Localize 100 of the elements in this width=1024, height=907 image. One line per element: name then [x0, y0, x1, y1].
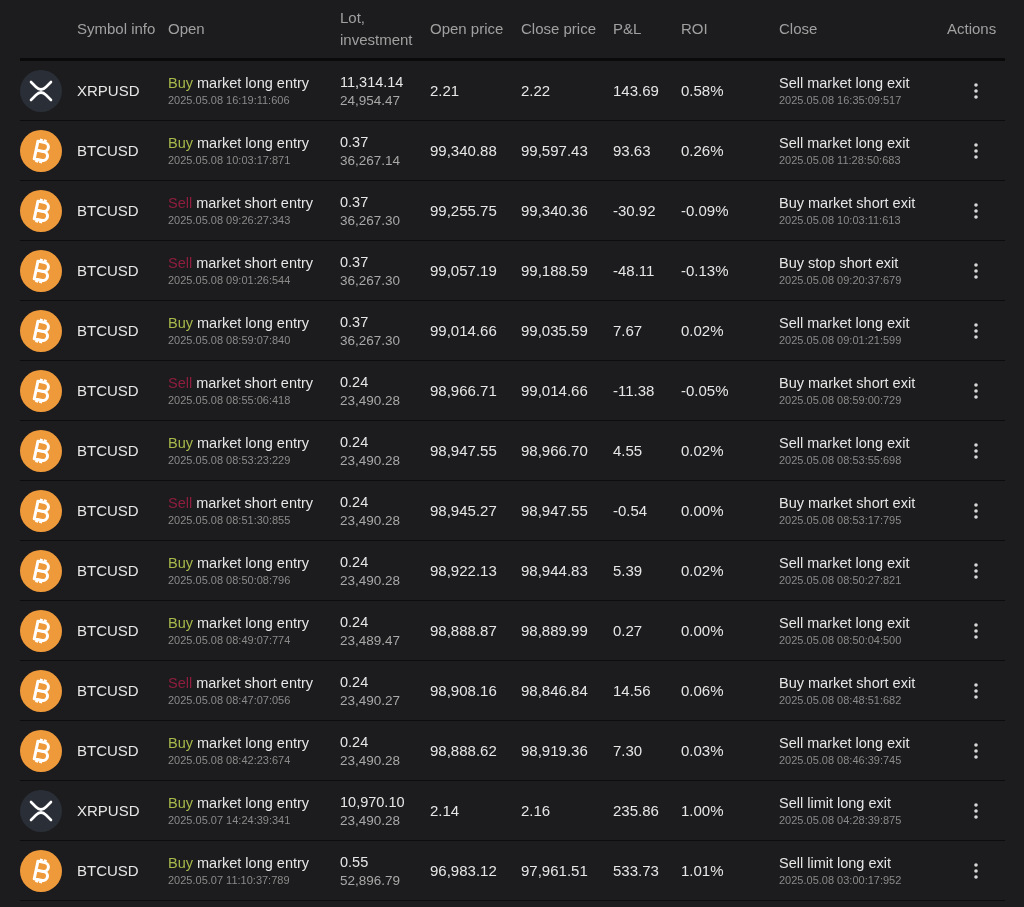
- close-order-text: Sell limit long exit: [779, 855, 892, 871]
- bitcoin-icon: [20, 609, 62, 652]
- more-vertical-icon[interactable]: [974, 142, 978, 159]
- more-vertical-icon[interactable]: [974, 862, 978, 879]
- column-header: Open: [168, 19, 206, 39]
- symbol-text: BTCUSD: [77, 562, 140, 579]
- timestamp-text: 2025.05.08 08:50:08:796: [168, 574, 292, 586]
- open-order-text: Buy market long entry: [168, 135, 311, 151]
- open-order-text: Buy market long entry: [168, 435, 311, 451]
- lot-text: 0.24: [340, 433, 370, 450]
- close-order-text: Sell market long exit: [779, 135, 911, 151]
- roi-text: 0.00%: [681, 622, 725, 639]
- open-order-text: Sell market short entry: [168, 675, 315, 691]
- close-price-text: 97,961.51: [521, 862, 589, 879]
- symbol-text: BTCUSD: [77, 682, 140, 699]
- roi-text: 0.00%: [681, 502, 725, 519]
- more-vertical-icon[interactable]: [974, 742, 978, 759]
- open-price-text: 98,966.71: [430, 382, 498, 399]
- more-vertical-icon[interactable]: [974, 202, 978, 219]
- timestamp-text: 2025.05.08 08:53:55:698: [779, 454, 903, 466]
- more-vertical-icon[interactable]: [974, 802, 978, 819]
- symbol-text: BTCUSD: [77, 382, 140, 399]
- pnl-text: 4.55: [613, 442, 644, 459]
- close-order-text: Buy stop short exit: [779, 255, 900, 271]
- roi-text: 0.26%: [681, 142, 725, 159]
- investment-text: 36,267.30: [340, 332, 402, 348]
- lot-text: 0.24: [340, 553, 370, 570]
- open-price-text: 98,888.87: [430, 622, 498, 639]
- more-vertical-icon[interactable]: [974, 562, 978, 579]
- more-vertical-icon[interactable]: [974, 382, 978, 399]
- investment-text: 23,490.28: [340, 572, 402, 588]
- timestamp-text: 2025.05.08 08:59:07:840: [168, 334, 292, 346]
- symbol-text: BTCUSD: [77, 442, 140, 459]
- column-header: Symbol info: [77, 19, 157, 39]
- timestamp-text: 2025.05.08 08:55:06:418: [168, 394, 292, 406]
- bitcoin-icon: [20, 489, 62, 532]
- timestamp-text: 2025.05.08 08:53:23:229: [168, 454, 292, 466]
- timestamp-text: 2025.05.08 08:49:07:774: [168, 634, 292, 646]
- symbol-text: BTCUSD: [77, 862, 140, 879]
- open-price-text: 98,922.13: [430, 562, 498, 579]
- open-price-text: 99,057.19: [430, 262, 498, 279]
- bitcoin-icon: [20, 549, 62, 592]
- open-price-text: 98,945.27: [430, 502, 498, 519]
- roi-text: 0.03%: [681, 742, 725, 759]
- more-vertical-icon[interactable]: [974, 682, 978, 699]
- close-price-text: 98,947.55: [521, 502, 589, 519]
- bitcoin-icon: [20, 189, 62, 232]
- investment-text: 23,489.47: [340, 632, 402, 648]
- open-price-text: 98,908.16: [430, 682, 498, 699]
- close-price-text: 99,340.36: [521, 202, 589, 219]
- column-header: Close: [779, 19, 819, 39]
- more-vertical-icon[interactable]: [974, 262, 978, 279]
- timestamp-text: 2025.05.08 09:01:26:544: [168, 274, 292, 286]
- timestamp-text: 2025.05.08 10:03:11:613: [779, 214, 902, 226]
- investment-text: 23,490.28: [340, 752, 402, 768]
- roi-text: 0.06%: [681, 682, 725, 699]
- investment-text: 36,267.30: [340, 212, 402, 228]
- more-vertical-icon[interactable]: [974, 442, 978, 459]
- close-order-text: Sell market long exit: [779, 735, 911, 751]
- close-price-text: 2.22: [521, 82, 552, 99]
- lot-text: 0.37: [340, 133, 370, 150]
- timestamp-text: 2025.05.08 08:42:23:674: [168, 754, 292, 766]
- timestamp-text: 2025.05.07 11:10:37:789: [168, 874, 291, 886]
- more-vertical-icon[interactable]: [974, 82, 978, 99]
- pnl-text: 7.67: [613, 322, 644, 339]
- lot-text: 0.37: [340, 253, 370, 270]
- open-price-text: 98,947.55: [430, 442, 498, 459]
- open-order-text: Buy market long entry: [168, 315, 311, 331]
- close-order-text: Buy market short exit: [779, 375, 917, 391]
- more-vertical-icon[interactable]: [974, 322, 978, 339]
- roi-text: 0.02%: [681, 442, 725, 459]
- investment-text: 52,896.79: [340, 872, 402, 888]
- close-order-text: Buy market short exit: [779, 675, 917, 691]
- lot-text: 0.37: [340, 193, 370, 210]
- timestamp-text: 2025.05.08 08:46:39:745: [779, 754, 903, 766]
- close-price-text: 99,014.66: [521, 382, 589, 399]
- bitcoin-icon: [20, 249, 62, 292]
- timestamp-text: 2025.05.08 16:19:11:606: [168, 94, 291, 106]
- bitcoin-icon: [20, 429, 62, 472]
- close-order-text: Sell market long exit: [779, 555, 911, 571]
- open-order-text: Buy market long entry: [168, 795, 311, 811]
- roi-text: 0.58%: [681, 82, 725, 99]
- bitcoin-icon: [20, 669, 62, 712]
- timestamp-text: 2025.05.08 10:03:17:871: [168, 154, 292, 166]
- close-order-text: Sell market long exit: [779, 315, 911, 331]
- roi-text: -0.13%: [681, 262, 730, 279]
- more-vertical-icon[interactable]: [974, 502, 978, 519]
- column-header: Lot, investment: [340, 8, 414, 50]
- bitcoin-icon: [20, 849, 62, 892]
- timestamp-text: 2025.05.08 16:35:09:517: [779, 94, 903, 106]
- open-order-text: Sell market short entry: [168, 495, 315, 511]
- timestamp-text: 2025.05.08 09:01:21:599: [779, 334, 903, 346]
- symbol-text: BTCUSD: [77, 322, 140, 339]
- more-vertical-icon[interactable]: [974, 622, 978, 639]
- open-price-text: 99,255.75: [430, 202, 498, 219]
- pnl-text: -11.38: [613, 382, 656, 399]
- close-order-text: Sell market long exit: [779, 435, 911, 451]
- lot-text: 0.24: [340, 613, 370, 630]
- investment-text: 36,267.14: [340, 152, 402, 168]
- column-header: P&L: [613, 19, 643, 39]
